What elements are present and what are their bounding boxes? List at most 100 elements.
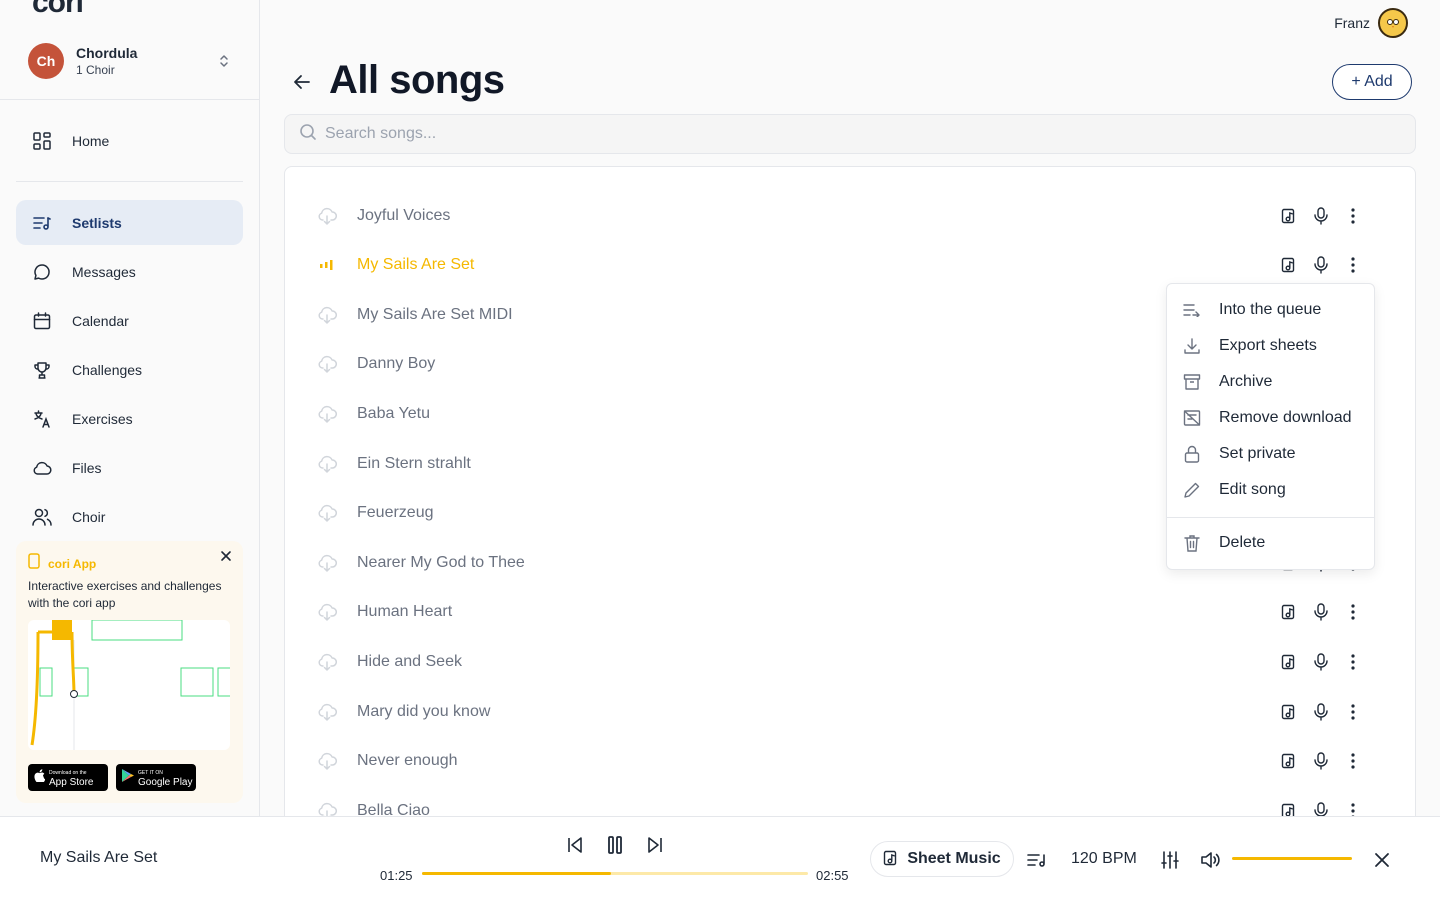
promo-text: Interactive exercises and challenges wit… xyxy=(28,579,222,610)
microphone-icon[interactable] xyxy=(1311,702,1331,722)
song-title[interactable]: Feuerzeug xyxy=(357,504,434,522)
calendar-icon xyxy=(32,311,52,331)
cloud-download-icon[interactable] xyxy=(317,206,337,226)
pause-icon[interactable] xyxy=(603,833,627,857)
org-switcher[interactable]: Ch Chordula 1 Choir xyxy=(28,43,244,79)
more-options-icon[interactable] xyxy=(1343,751,1363,771)
song-title[interactable]: Human Heart xyxy=(357,603,452,621)
search-icon xyxy=(299,123,317,146)
promo-illustration xyxy=(28,620,230,750)
progress-fill xyxy=(422,872,612,875)
trophy-icon xyxy=(32,360,52,380)
microphone-icon[interactable] xyxy=(1311,255,1331,275)
sheet-music-icon[interactable] xyxy=(1279,751,1299,771)
app-store-badge[interactable]: Download on the App Store xyxy=(28,764,108,791)
close-icon[interactable] xyxy=(219,549,233,563)
song-title[interactable]: Hide and Seek xyxy=(357,653,462,671)
skip-forward-icon[interactable] xyxy=(643,833,667,857)
google-play-badge[interactable]: GET IT ON Google Play xyxy=(116,764,196,791)
sidebar-item-exercises[interactable]: Exercises xyxy=(16,396,243,441)
sheet-music-icon[interactable] xyxy=(1279,255,1299,275)
menu-item-label: Set private xyxy=(1219,445,1296,462)
sidebar-item-files[interactable]: Files xyxy=(16,445,243,490)
cloud-download-icon[interactable] xyxy=(317,702,337,722)
close-player-icon[interactable] xyxy=(1371,849,1393,871)
menu-item-archive[interactable]: Archive xyxy=(1183,370,1272,394)
microphone-icon[interactable] xyxy=(1311,206,1331,226)
microphone-icon[interactable] xyxy=(1311,652,1331,672)
more-options-icon[interactable] xyxy=(1343,255,1363,275)
cloud-download-icon[interactable] xyxy=(317,602,337,622)
more-options-icon[interactable] xyxy=(1343,652,1363,672)
users-icon xyxy=(32,507,52,527)
sheet-music-icon[interactable] xyxy=(1279,206,1299,226)
org-avatar: Ch xyxy=(28,43,64,79)
skip-back-icon[interactable] xyxy=(563,833,587,857)
mixer-icon[interactable] xyxy=(1159,849,1181,871)
song-title[interactable]: Mary did you know xyxy=(357,703,490,721)
cloud-download-icon[interactable] xyxy=(317,305,337,325)
cloud-download-icon[interactable] xyxy=(317,404,337,424)
song-title[interactable]: Baba Yetu xyxy=(357,405,430,423)
cloud-download-icon[interactable] xyxy=(317,652,337,672)
queue-icon xyxy=(1183,301,1201,319)
app-logo[interactable]: cori xyxy=(32,0,84,20)
song-title[interactable]: My Sails Are Set xyxy=(357,256,474,274)
sidebar-item-messages[interactable]: Messages xyxy=(16,249,243,294)
cloud-download-icon[interactable] xyxy=(317,553,337,573)
song-title[interactable]: Ein Stern strahlt xyxy=(357,455,471,473)
sheet-music-icon[interactable] xyxy=(1279,602,1299,622)
progress-slider[interactable] xyxy=(422,872,808,875)
avatar xyxy=(1378,8,1408,38)
queue-icon[interactable] xyxy=(1026,849,1048,871)
menu-item-set-private[interactable]: Set private xyxy=(1183,442,1295,466)
sidebar-item-home[interactable]: Home xyxy=(16,118,243,163)
sheet-music-button[interactable]: Sheet Music xyxy=(870,841,1014,877)
elapsed-time: 01:25 xyxy=(380,868,413,883)
song-title[interactable]: Danny Boy xyxy=(357,355,435,373)
menu-item-export-sheets[interactable]: Export sheets xyxy=(1183,334,1317,358)
song-row[interactable]: Mary did you know xyxy=(285,687,1415,736)
sidebar-item-challenges[interactable]: Challenges xyxy=(16,347,243,392)
cloud-download-icon[interactable] xyxy=(317,503,337,523)
song-row[interactable]: Joyful Voices xyxy=(285,191,1415,240)
more-options-icon[interactable] xyxy=(1343,702,1363,722)
search-input[interactable] xyxy=(325,125,1225,143)
sidebar-item-label: Calendar xyxy=(72,312,129,329)
volume-slider[interactable] xyxy=(1232,857,1352,860)
cloud-download-icon[interactable] xyxy=(317,454,337,474)
menu-item-remove-download[interactable]: Remove download xyxy=(1183,406,1352,430)
sidebar-item-label: Files xyxy=(72,459,102,476)
song-title[interactable]: My Sails Are Set MIDI xyxy=(357,306,513,324)
sheet-music-icon[interactable] xyxy=(1279,702,1299,722)
add-button[interactable]: + Add xyxy=(1332,64,1412,100)
user-menu[interactable]: Franz xyxy=(1334,8,1408,38)
cloud-download-icon[interactable] xyxy=(317,354,337,374)
sidebar-item-setlists[interactable]: Setlists xyxy=(16,200,243,245)
menu-item-edit-song[interactable]: Edit song xyxy=(1183,478,1286,502)
song-row[interactable]: Hide and Seek xyxy=(285,637,1415,686)
tempo-display[interactable]: 120 BPM xyxy=(1071,850,1137,868)
menu-item-label: Into the queue xyxy=(1219,301,1322,318)
song-title[interactable]: Nearer My God to Thee xyxy=(357,554,525,572)
microphone-icon[interactable] xyxy=(1311,751,1331,771)
org-subtitle: 1 Choir xyxy=(76,63,115,77)
more-options-icon[interactable] xyxy=(1343,602,1363,622)
song-title[interactable]: Joyful Voices xyxy=(357,207,450,225)
sidebar-item-calendar[interactable]: Calendar xyxy=(16,298,243,343)
microphone-icon[interactable] xyxy=(1311,602,1331,622)
playing-equalizer-icon xyxy=(317,255,337,275)
song-row[interactable]: Human Heart xyxy=(285,588,1415,637)
more-options-icon[interactable] xyxy=(1343,206,1363,226)
menu-item-label: Export sheets xyxy=(1219,337,1317,354)
lock-icon xyxy=(1183,445,1201,463)
sidebar-item-choir[interactable]: Choir xyxy=(16,494,243,539)
sheet-music-icon[interactable] xyxy=(1279,652,1299,672)
cloud-download-icon[interactable] xyxy=(317,751,337,771)
song-row[interactable]: Never enough xyxy=(285,737,1415,786)
menu-item-into-queue[interactable]: Into the queue xyxy=(1183,298,1321,322)
menu-item-delete[interactable]: Delete xyxy=(1183,531,1265,555)
song-title[interactable]: Never enough xyxy=(357,752,458,770)
back-arrow-icon[interactable] xyxy=(292,72,312,92)
volume-icon[interactable] xyxy=(1199,849,1221,871)
